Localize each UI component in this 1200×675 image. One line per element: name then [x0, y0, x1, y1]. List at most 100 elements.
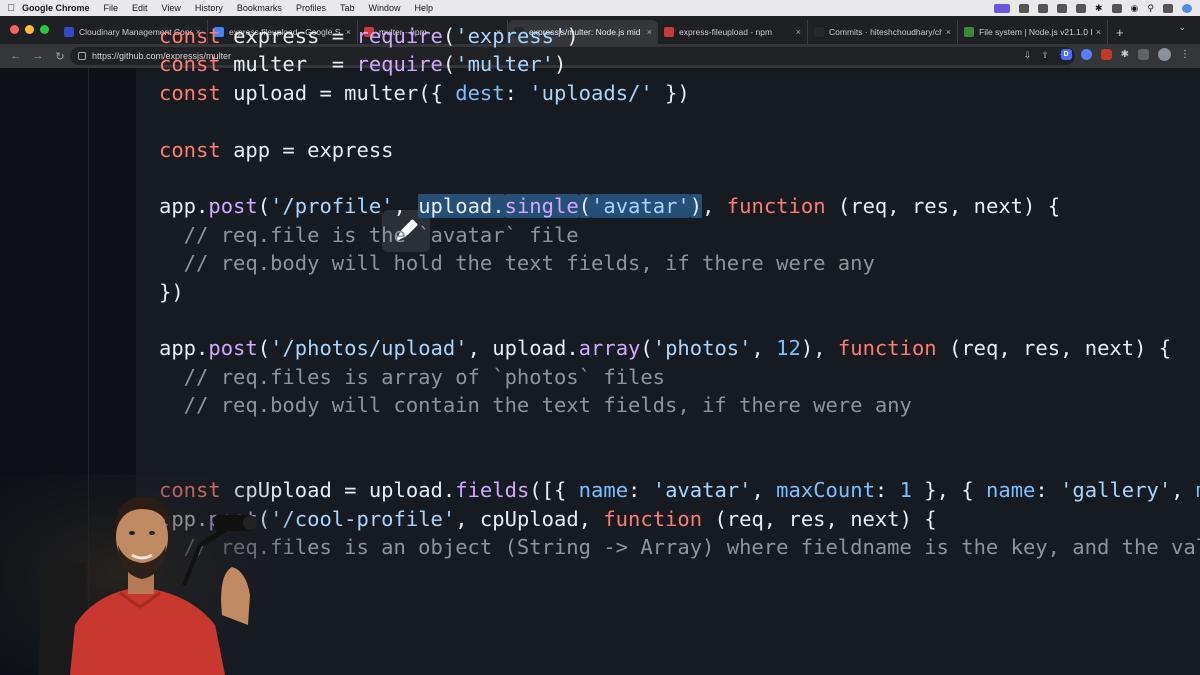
bluetooth-icon[interactable]: ✱	[1095, 3, 1103, 14]
code-token: (	[257, 194, 271, 219]
menu-bookmarks[interactable]: Bookmarks	[237, 3, 282, 13]
code-token: :	[1035, 478, 1061, 503]
code-token: ,	[393, 194, 419, 219]
screen-record-icon[interactable]	[994, 3, 1010, 13]
code-token: ,	[702, 194, 727, 219]
code-token: :	[504, 80, 530, 105]
menu-file[interactable]: File	[104, 3, 119, 13]
back-arrow-icon[interactable]: ←	[10, 50, 22, 62]
minimize-window-button[interactable]	[25, 25, 34, 34]
system-tray: ✱ ◉ ⚲	[994, 0, 1192, 16]
tray-app-icon[interactable]	[1019, 3, 1029, 13]
code-line: const cpUpload = upload.fields([{ name: …	[159, 476, 1200, 504]
fullscreen-window-button[interactable]	[40, 25, 49, 34]
code-token: )	[566, 24, 579, 48]
macos-menu-bar:  Google Chrome File Edit View History B…	[0, 0, 1200, 16]
code-token: , upload.	[467, 336, 579, 361]
code-token: require	[356, 24, 443, 48]
menu-window[interactable]: Window	[368, 3, 400, 13]
code-token: (	[578, 194, 592, 219]
code-line: // req.file is the `avatar` file	[159, 221, 1200, 249]
code-token: 12	[776, 336, 801, 361]
menu-view[interactable]: View	[162, 3, 181, 13]
code-line: app.post('/cool-profile', cpUpload, func…	[159, 505, 1200, 533]
wifi-icon[interactable]: ◉	[1131, 3, 1139, 14]
code-token: ,	[1171, 478, 1196, 503]
code-token: const	[159, 137, 234, 162]
code-token: // req.body will contain the text fields…	[159, 393, 912, 418]
code-token: express =	[233, 24, 357, 48]
code-line: // req.files is an object (String -> Arr…	[159, 533, 1200, 561]
code-line: // req.body will contain the text fields…	[159, 391, 1200, 419]
code-token: app = express	[233, 137, 394, 162]
code-token: (req, res, next) {	[948, 336, 1172, 361]
display-icon[interactable]	[1111, 3, 1122, 13]
code-token: 'express'	[455, 24, 567, 48]
code-token: name	[578, 478, 629, 503]
code-token: (	[640, 336, 653, 361]
code-line: const multer = require('multer')	[159, 50, 1200, 78]
code-token: :	[874, 478, 900, 503]
code-token: post	[208, 194, 258, 219]
code-token: 'uploads/'	[529, 80, 653, 105]
code-token: 'multer'	[455, 52, 554, 77]
menu-tab[interactable]: Tab	[340, 3, 355, 13]
code-token: multer =	[233, 52, 357, 77]
code-line: const express = require('express')	[159, 22, 1200, 50]
code-token: 'avatar'	[591, 194, 690, 219]
code-token: const	[159, 24, 234, 48]
tray-app-icon[interactable]	[1057, 3, 1067, 13]
code-token: :	[628, 478, 653, 503]
code-token: 1	[899, 478, 912, 503]
code-token: const	[159, 52, 234, 77]
code-token: ,	[751, 478, 777, 503]
lock-icon[interactable]	[78, 52, 86, 60]
tray-app-icon[interactable]	[1038, 3, 1048, 13]
menu-app-name[interactable]: Google Chrome	[22, 3, 90, 13]
code-token: )	[553, 52, 567, 77]
code-line: app.post('/photos/upload', upload.array(…	[159, 334, 1200, 362]
code-token: // req.body will hold the text fields, i…	[159, 251, 875, 276]
menu-profiles[interactable]: Profiles	[296, 3, 326, 13]
apple-icon[interactable]: 	[0, 3, 22, 14]
code-token: app.	[159, 194, 209, 219]
code-line: const upload = multer({ dest: 'uploads/'…	[159, 79, 1200, 107]
code-token: , cpUpload,	[455, 506, 604, 531]
battery-icon[interactable]	[1076, 3, 1086, 13]
menu-history[interactable]: History	[195, 3, 223, 13]
code-token: function	[837, 336, 949, 361]
code-token: dest	[455, 80, 505, 105]
menu-edit[interactable]: Edit	[132, 3, 148, 13]
window-controls	[10, 25, 49, 34]
presenter-webcam-overlay	[0, 475, 300, 675]
menu-help[interactable]: Help	[414, 3, 433, 13]
code-token: 'avatar'	[652, 478, 752, 503]
reload-icon[interactable]: ↻	[54, 50, 66, 63]
code-token: ),	[800, 336, 838, 361]
code-token: }, {	[911, 478, 987, 503]
siri-icon[interactable]	[1182, 3, 1192, 13]
code-token: '/photos/upload'	[270, 336, 468, 361]
code-token: upload = multer({	[233, 80, 456, 105]
code-token: 'gallery'	[1060, 478, 1172, 503]
code-token: // req.file is the `avatar` file	[159, 222, 579, 247]
code-line: // req.body will hold the text fields, i…	[159, 249, 1200, 277]
spotlight-search-icon[interactable]: ⚲	[1147, 3, 1154, 14]
code-token: post	[208, 336, 258, 361]
code-token: function	[603, 506, 715, 531]
code-token: // req.files is an object (String -> Arr…	[159, 535, 1200, 560]
code-token: const	[159, 80, 234, 105]
code-token: '/profile'	[270, 194, 394, 219]
close-window-button[interactable]	[10, 25, 19, 34]
code-token: (	[442, 24, 456, 48]
code-token: // req.files is array of `photos` files	[159, 364, 666, 389]
code-line: })	[159, 278, 1200, 306]
code-token: 'photos'	[652, 336, 752, 361]
control-center-icon[interactable]	[1163, 3, 1173, 13]
code-token: function	[726, 194, 838, 219]
code-token: require	[356, 52, 443, 77]
forward-arrow-icon[interactable]: →	[32, 50, 44, 62]
code-token: (req, res, next) {	[714, 506, 937, 531]
